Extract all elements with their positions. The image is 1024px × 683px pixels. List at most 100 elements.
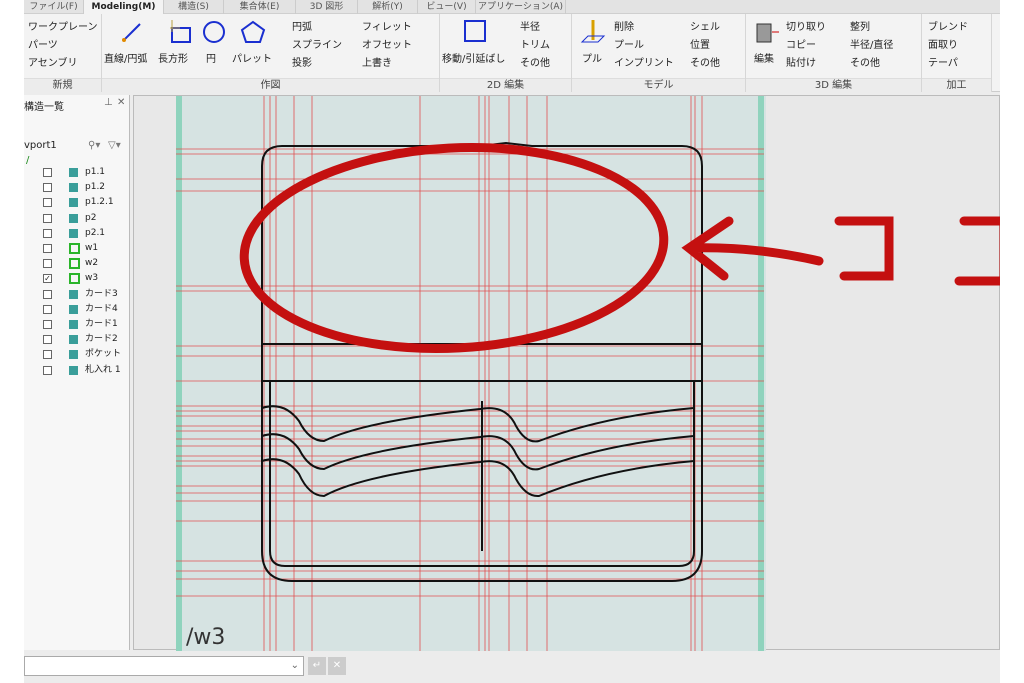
edit-button[interactable]: 編集 <box>754 50 774 65</box>
enter-button[interactable]: ↵ <box>308 657 326 675</box>
cut-button[interactable]: 切り取り <box>786 18 826 33</box>
visibility-checkbox[interactable] <box>43 198 52 208</box>
group-new: ワークプレーン パーツ アセンブリ 新規 <box>24 14 102 92</box>
arc-button[interactable]: 円弧 <box>292 18 312 33</box>
blend-button[interactable]: ブレンド <box>928 18 968 33</box>
visibility-checkbox[interactable] <box>43 350 52 360</box>
close-icon[interactable]: ✕ <box>117 97 125 108</box>
visibility-checkbox[interactable] <box>43 335 52 345</box>
visibility-checkbox[interactable] <box>43 259 52 269</box>
trim-button[interactable]: トリム <box>520 36 550 51</box>
pin-icon[interactable]: ⊥ <box>104 97 113 108</box>
other-3d-button[interactable]: その他 <box>850 54 880 69</box>
taper-button[interactable]: テーパ <box>928 54 958 69</box>
tree-item[interactable]: w1 <box>24 241 130 256</box>
ribbon-tabs: ファイル(F) Modeling(M) 構造(S) 集合体(E) 3D 図形 解… <box>24 0 1000 15</box>
visibility-checkbox[interactable] <box>43 289 52 299</box>
command-input[interactable]: ⌄ <box>24 656 304 676</box>
radius-diameter-button[interactable]: 半径/直径 <box>850 36 893 51</box>
tab-structure[interactable]: 構造(S) <box>164 0 224 14</box>
ribbon: ワークプレーン パーツ アセンブリ 新規 直線/円弧 長方形 円 パレット 円弧… <box>24 14 1000 92</box>
tab-file[interactable]: ファイル(F) <box>24 0 84 14</box>
delete-button[interactable]: 削除 <box>614 18 634 33</box>
tree-item[interactable]: p1.2 <box>24 180 130 195</box>
group-label-new: 新規 <box>24 78 101 92</box>
tree-item[interactable]: カード4 <box>24 302 130 317</box>
align-button[interactable]: 整列 <box>850 18 870 33</box>
parts-button[interactable]: パーツ <box>28 36 58 51</box>
solid-icon <box>69 365 78 375</box>
project-button[interactable]: 投影 <box>292 54 312 69</box>
visibility-checkbox[interactable] <box>43 183 52 193</box>
tree-item-label: ポケット <box>85 349 122 360</box>
visibility-checkbox[interactable] <box>43 244 52 253</box>
pool-button[interactable]: プール <box>614 36 644 51</box>
tree-item[interactable]: p2.1 <box>24 226 130 241</box>
find-icon[interactable]: ⚲▾ <box>88 140 100 151</box>
solid-icon <box>69 304 78 314</box>
dropdown-icon[interactable]: ⌄ <box>291 660 299 671</box>
visibility-checkbox[interactable] <box>43 320 52 329</box>
draw-tool-icons <box>122 20 266 43</box>
palette-button[interactable]: パレット <box>232 50 272 65</box>
overwrite-button[interactable]: 上書き <box>362 54 392 69</box>
tree-item[interactable]: p2 <box>24 211 130 226</box>
shell-button[interactable]: シェル <box>690 18 720 33</box>
filter-icon[interactable]: ▽▾ <box>108 140 121 151</box>
assembly-button[interactable]: アセンブリ <box>28 54 78 69</box>
visibility-checkbox[interactable]: ✓ <box>43 274 52 284</box>
visibility-checkbox[interactable] <box>43 213 52 223</box>
copy-button[interactable]: コピー <box>786 36 816 51</box>
tree-item[interactable]: カード3 <box>24 287 130 302</box>
other-2d-button[interactable]: その他 <box>520 54 550 69</box>
workplane-icon <box>69 258 80 270</box>
fillet-button[interactable]: フィレット <box>362 18 412 33</box>
pull-icon <box>580 20 606 43</box>
tab-view[interactable]: ビュー(V) <box>418 0 476 14</box>
tree-item[interactable]: 札入れ 1 <box>24 363 130 378</box>
tree-item-label: 札入れ 1 <box>85 364 121 375</box>
tree-item-label: カード3 <box>85 288 118 299</box>
tree-item[interactable]: p1.2.1 <box>24 195 130 210</box>
viewport-selector[interactable]: vport1 <box>24 140 57 151</box>
workplane-button[interactable]: ワークプレーン <box>28 18 98 33</box>
tab-3d-shape[interactable]: 3D 図形 <box>296 0 358 14</box>
radius-button[interactable]: 半径 <box>520 18 540 33</box>
tree-item[interactable]: カード1 <box>24 317 130 332</box>
solid-icon <box>69 320 78 329</box>
visibility-checkbox[interactable] <box>43 365 52 375</box>
tree-item-label: p2.1 <box>85 227 106 238</box>
tree-item-label: カード2 <box>85 334 118 345</box>
group-label-machining: 加工 <box>922 78 991 92</box>
drawing-canvas[interactable]: /w3 <box>134 96 1000 651</box>
tree-item[interactable]: ポケット <box>24 347 130 362</box>
tab-analysis[interactable]: 解析(Y) <box>358 0 418 14</box>
tab-assembly[interactable]: 集合体(E) <box>224 0 296 14</box>
tree-item[interactable]: w2 <box>24 256 130 271</box>
visibility-checkbox[interactable] <box>43 304 52 314</box>
visibility-checkbox[interactable] <box>43 168 52 177</box>
offset-button[interactable]: オフセット <box>362 36 412 51</box>
position-button[interactable]: 位置 <box>690 36 710 51</box>
chamfer-button[interactable]: 面取り <box>928 36 958 51</box>
spline-button[interactable]: スプライン <box>292 36 342 51</box>
tab-application[interactable]: アプリケーション(A) <box>476 0 566 14</box>
tree-item[interactable]: p1.1 <box>24 165 130 180</box>
group-3d-edit: 編集 切り取り コピー 貼付け 整列 半径/直径 その他 3D 編集 <box>746 14 922 92</box>
tab-modeling[interactable]: Modeling(M) <box>84 0 164 15</box>
paste-button[interactable]: 貼付け <box>786 54 816 69</box>
line-arc-button[interactable]: 直線/円弧 <box>104 50 147 65</box>
tree-item-label: w2 <box>85 258 99 269</box>
tree-item[interactable]: カード2 <box>24 332 130 347</box>
move-stretch-button[interactable]: 移動/引延ばし <box>442 50 505 65</box>
imprint-button[interactable]: インプリント <box>614 54 674 69</box>
cancel-button[interactable]: ✕ <box>328 657 346 675</box>
tree-item[interactable]: ✓ w3 <box>24 271 130 286</box>
circle-button[interactable]: 円 <box>206 50 216 65</box>
workplane-label: /w3 <box>186 625 225 650</box>
pull-button[interactable]: プル <box>582 50 602 65</box>
viewport[interactable]: /w3 <box>133 95 1000 651</box>
visibility-checkbox[interactable] <box>43 228 52 238</box>
rectangle-button[interactable]: 長方形 <box>158 50 188 65</box>
other-model-button[interactable]: その他 <box>690 54 720 69</box>
